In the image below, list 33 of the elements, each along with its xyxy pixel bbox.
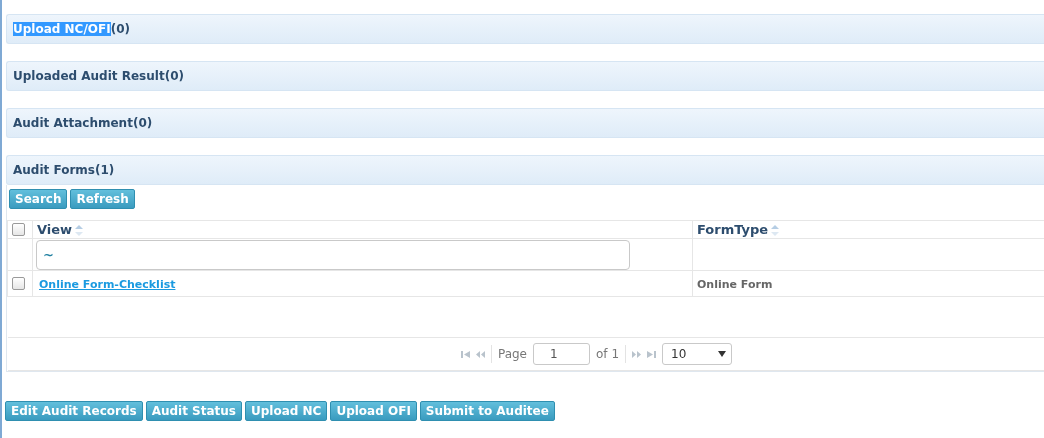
select-all-checkbox[interactable] [12,223,25,236]
panel-title: Upload NC/OFI(0) [13,22,130,36]
panel-header[interactable]: Upload NC/OFI(0) [6,14,1044,44]
column-header[interactable]: FormType [697,222,769,237]
table-cell: Online Form [697,277,773,291]
upload-button[interactable]: Upload NC [245,401,328,421]
last-page-icon[interactable] [647,350,657,358]
page-field[interactable]: 1 [533,343,590,365]
previous-page-icon[interactable] [475,350,485,358]
edit-records-button[interactable]: Edit Audit Records [5,401,143,421]
panel-header[interactable]: Audit Attachment(0) [6,108,1044,138]
caret-icon [718,351,727,357]
sort-icon[interactable] [75,225,84,236]
page-count: of 1 [596,347,620,361]
sort-icon[interactable] [771,225,780,236]
panel-header[interactable]: Audit Forms(1) [6,155,1044,185]
panel-header[interactable]: Uploaded Audit Result(0) [6,61,1044,91]
search-button[interactable]: Search [9,189,68,209]
first-page-icon[interactable] [460,350,470,358]
column-header[interactable]: View [37,222,73,237]
panel-title: Uploaded Audit Result(0) [13,69,184,83]
panel-title: Audit Forms(1) [13,163,115,177]
next-page-icon[interactable] [632,350,642,358]
refresh-button[interactable]: Refresh [70,189,135,209]
row-checkbox[interactable] [12,277,25,290]
upload-button[interactable]: Upload OFI [330,401,417,421]
panel-title: Audit Attachment(0) [13,116,153,130]
page-label: Page [497,347,527,361]
submit-button[interactable]: Submit to Auditee [419,401,555,421]
filter-field[interactable]: ~ [36,239,630,270]
form-link[interactable]: Online Form-Checklist [37,277,176,291]
page-size-select[interactable]: 10 [662,343,733,365]
status-button[interactable]: Audit Status [145,401,242,421]
